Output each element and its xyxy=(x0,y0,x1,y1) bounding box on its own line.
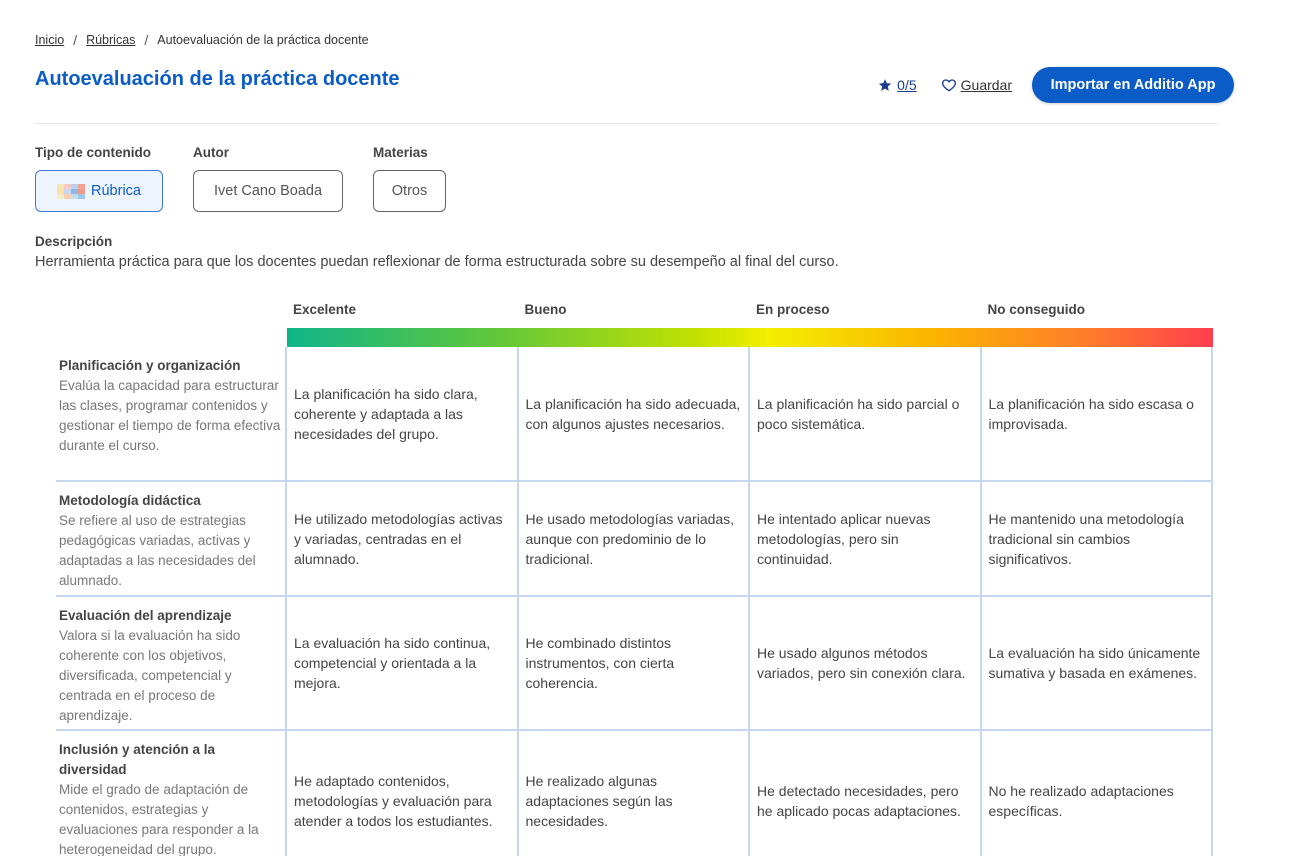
criterion-description: Evalúa la capacidad para estructurar las… xyxy=(59,378,281,453)
rubric-cell[interactable]: He combinado distintos instrumentos, con… xyxy=(519,597,750,729)
cell-text: La evaluación ha sido únicamente sumativ… xyxy=(988,645,1201,681)
criterion-description: Valora si la evaluación ha sido coherent… xyxy=(59,628,241,723)
rubric-cell[interactable]: He adaptado contenidos, metodologías y e… xyxy=(287,731,519,856)
content-type-value: Rúbrica xyxy=(91,183,141,199)
content-type-group: Tipo de contenido xyxy=(35,145,151,160)
author-group: Autor xyxy=(193,145,229,160)
description-label: Descripción xyxy=(35,234,113,249)
cell-text: He realizado algunas adaptaciones según … xyxy=(525,773,673,829)
cell-text: La planificación ha sido parcial o poco … xyxy=(757,395,960,432)
rubric-cell[interactable]: La planificación ha sido adecuada, con a… xyxy=(519,347,750,480)
rubric-cell[interactable]: He detectado necesidades, pero he aplica… xyxy=(750,731,982,856)
subjects-value: Otros xyxy=(391,183,428,199)
cell-text: He detectado necesidades, pero he aplica… xyxy=(757,783,961,819)
cell-text: La planificación ha sido adecuada, con a… xyxy=(525,395,741,432)
rubric-levels-header: Excelente Bueno En proceso No conseguido xyxy=(287,302,1213,317)
cell-text: He usado algunos métodos variados, pero … xyxy=(757,645,966,681)
rubric-cell[interactable]: La evaluación ha sido únicamente sumativ… xyxy=(982,597,1213,729)
rubric-table: Planificación y organización Evalúa la c… xyxy=(56,347,1213,856)
criterion-description: Mide el grado de adaptación de contenido… xyxy=(59,782,259,856)
rubric-row: Planificación y organización Evalúa la c… xyxy=(56,347,1213,482)
level-not-achieved: No conseguido xyxy=(987,302,1086,317)
rubric-cell[interactable]: He utilizado metodologías activas y vari… xyxy=(287,482,519,595)
star-icon xyxy=(879,79,892,91)
author-chip[interactable]: Ivet Cano Boada xyxy=(193,170,343,212)
criterion: Evaluación del aprendizaje Valora si la … xyxy=(56,597,287,729)
subjects-group: Materias xyxy=(373,145,428,160)
author-label: Autor xyxy=(193,145,229,160)
rubric-cell[interactable]: La planificación ha sido escasa o improv… xyxy=(982,347,1213,480)
level-in-progress: En proceso xyxy=(756,302,830,317)
subjects-chip[interactable]: Otros xyxy=(373,170,446,212)
rubric-cell[interactable]: He intentado aplicar nuevas metodologías… xyxy=(750,482,982,595)
rating-value: 0/5 xyxy=(897,77,917,93)
rubric-cell[interactable]: He usado metodologías variadas, aunque c… xyxy=(519,482,750,595)
cell-text: La evaluación ha sido continua, competen… xyxy=(294,635,491,691)
levels-gradient-bar xyxy=(287,328,1213,347)
save-link[interactable]: Guardar xyxy=(941,77,1012,93)
cell-text: He combinado distintos instrumentos, con… xyxy=(525,635,675,691)
header-actions: 0/5 Guardar Importar en Additio App xyxy=(878,67,1234,103)
rubric-row: Evaluación del aprendizaje Valora si la … xyxy=(56,597,1213,731)
rubric-cell[interactable]: La evaluación ha sido continua, competen… xyxy=(287,597,519,729)
heart-icon xyxy=(941,79,956,92)
rubric-row: Inclusión y atención a la diversidad Mid… xyxy=(56,731,1213,856)
cell-text: He mantenido una metodología tradicional… xyxy=(988,510,1184,567)
header-divider xyxy=(35,123,1218,124)
cell-text: He intentado aplicar nuevas metodologías… xyxy=(757,510,931,567)
cell-text: He usado metodologías variadas, aunque c… xyxy=(525,510,735,567)
breadcrumb: Inicio / Rúbricas / Autoevaluación de la… xyxy=(35,32,369,48)
description-text: Herramienta práctica para que los docent… xyxy=(35,254,839,270)
cell-text: He adaptado contenidos, metodologías y e… xyxy=(294,773,493,829)
breadcrumb-separator: / xyxy=(144,32,149,48)
rubric-cell[interactable]: No he realizado adaptaciones específicas… xyxy=(982,731,1213,856)
cell-text: No he realizado adaptaciones específicas… xyxy=(988,783,1174,819)
criterion: Planificación y organización Evalúa la c… xyxy=(56,347,287,480)
author-value: Ivet Cano Boada xyxy=(213,183,323,199)
criterion-title: Evaluación del aprendizaje xyxy=(59,608,232,623)
breadcrumb-rubrics-link[interactable]: Rúbricas xyxy=(86,33,135,47)
level-excellent: Excelente xyxy=(293,302,357,317)
breadcrumb-home-link[interactable]: Inicio xyxy=(35,33,64,47)
rubric-cell[interactable]: He mantenido una metodología tradicional… xyxy=(982,482,1213,595)
rubric-icon xyxy=(57,183,86,199)
criterion: Metodología didáctica Se refiere al uso … xyxy=(56,482,287,595)
content-type-chip[interactable]: Rúbrica xyxy=(35,170,163,212)
save-label: Guardar xyxy=(960,77,1012,93)
subjects-label: Materias xyxy=(373,145,428,160)
content-type-label: Tipo de contenido xyxy=(35,145,151,160)
rating-link[interactable]: 0/5 xyxy=(878,77,917,93)
rubric-cell[interactable]: La planificación ha sido parcial o poco … xyxy=(750,347,982,480)
import-button[interactable]: Importar en Additio App xyxy=(1032,67,1234,103)
cell-text: He utilizado metodologías activas y vari… xyxy=(294,510,503,567)
rubric-cell[interactable]: He realizado algunas adaptaciones según … xyxy=(519,731,750,856)
cell-text: La planificación ha sido clara, coherent… xyxy=(294,385,478,442)
cell-text: La planificación ha sido escasa o improv… xyxy=(988,395,1194,432)
breadcrumb-current: Autoevaluación de la práctica docente xyxy=(157,33,369,47)
breadcrumb-separator: / xyxy=(73,32,78,48)
criterion-title: Planificación y organización xyxy=(59,358,241,373)
criterion-description: Se refiere al uso de estrategias pedagóg… xyxy=(59,513,256,588)
page-title: Autoevaluación de la práctica docente xyxy=(35,68,400,90)
criterion: Inclusión y atención a la diversidad Mid… xyxy=(56,731,287,856)
rubric-cell[interactable]: He usado algunos métodos variados, pero … xyxy=(750,597,982,729)
rubric-row: Metodología didáctica Se refiere al uso … xyxy=(56,482,1213,597)
level-good: Bueno xyxy=(524,302,567,317)
criterion-title: Inclusión y atención a la diversidad xyxy=(59,742,216,777)
criterion-title: Metodología didáctica xyxy=(59,493,201,508)
rubric-cell[interactable]: La planificación ha sido clara, coherent… xyxy=(287,347,519,480)
